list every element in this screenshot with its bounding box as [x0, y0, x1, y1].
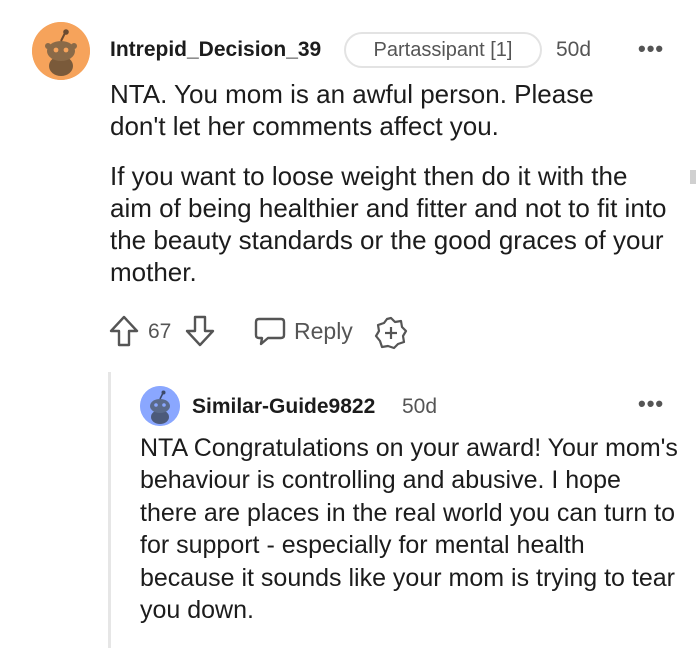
comment-paragraph-1: NTA. You mom is an awful person. Please … [110, 79, 594, 141]
more-dots-icon[interactable]: ••• [638, 38, 664, 60]
snoo-avatar-icon [32, 22, 90, 80]
reply-button[interactable]: Reply [254, 314, 354, 350]
reply-label: Reply [294, 318, 353, 344]
comment-username[interactable]: Intrepid_Decision_39 [110, 36, 321, 64]
reply-username[interactable]: Similar-Guide9822 [192, 393, 375, 421]
user-flair: Partassipant [1] [344, 32, 542, 68]
reply-avatar[interactable] [140, 386, 180, 426]
vote-score: 67 [148, 320, 172, 343]
add-award-icon[interactable] [374, 316, 408, 350]
more-dots-icon[interactable]: ••• [638, 393, 664, 415]
snoo-avatar-icon [140, 386, 180, 426]
reply-text: NTA Congratulations on your award! Your … [140, 434, 678, 625]
thread-line[interactable] [108, 372, 111, 648]
reply-age: 50d [402, 395, 438, 418]
scrollbar-thumb[interactable] [690, 170, 696, 184]
downvote-arrow-icon[interactable] [184, 314, 216, 348]
avatar[interactable] [32, 22, 90, 80]
upvote-arrow-icon[interactable] [108, 314, 140, 348]
reply-bubble-icon [254, 316, 286, 351]
comment-paragraph-2: If you want to loose weight then do it w… [110, 161, 667, 287]
comment-age: 50d [556, 38, 592, 61]
